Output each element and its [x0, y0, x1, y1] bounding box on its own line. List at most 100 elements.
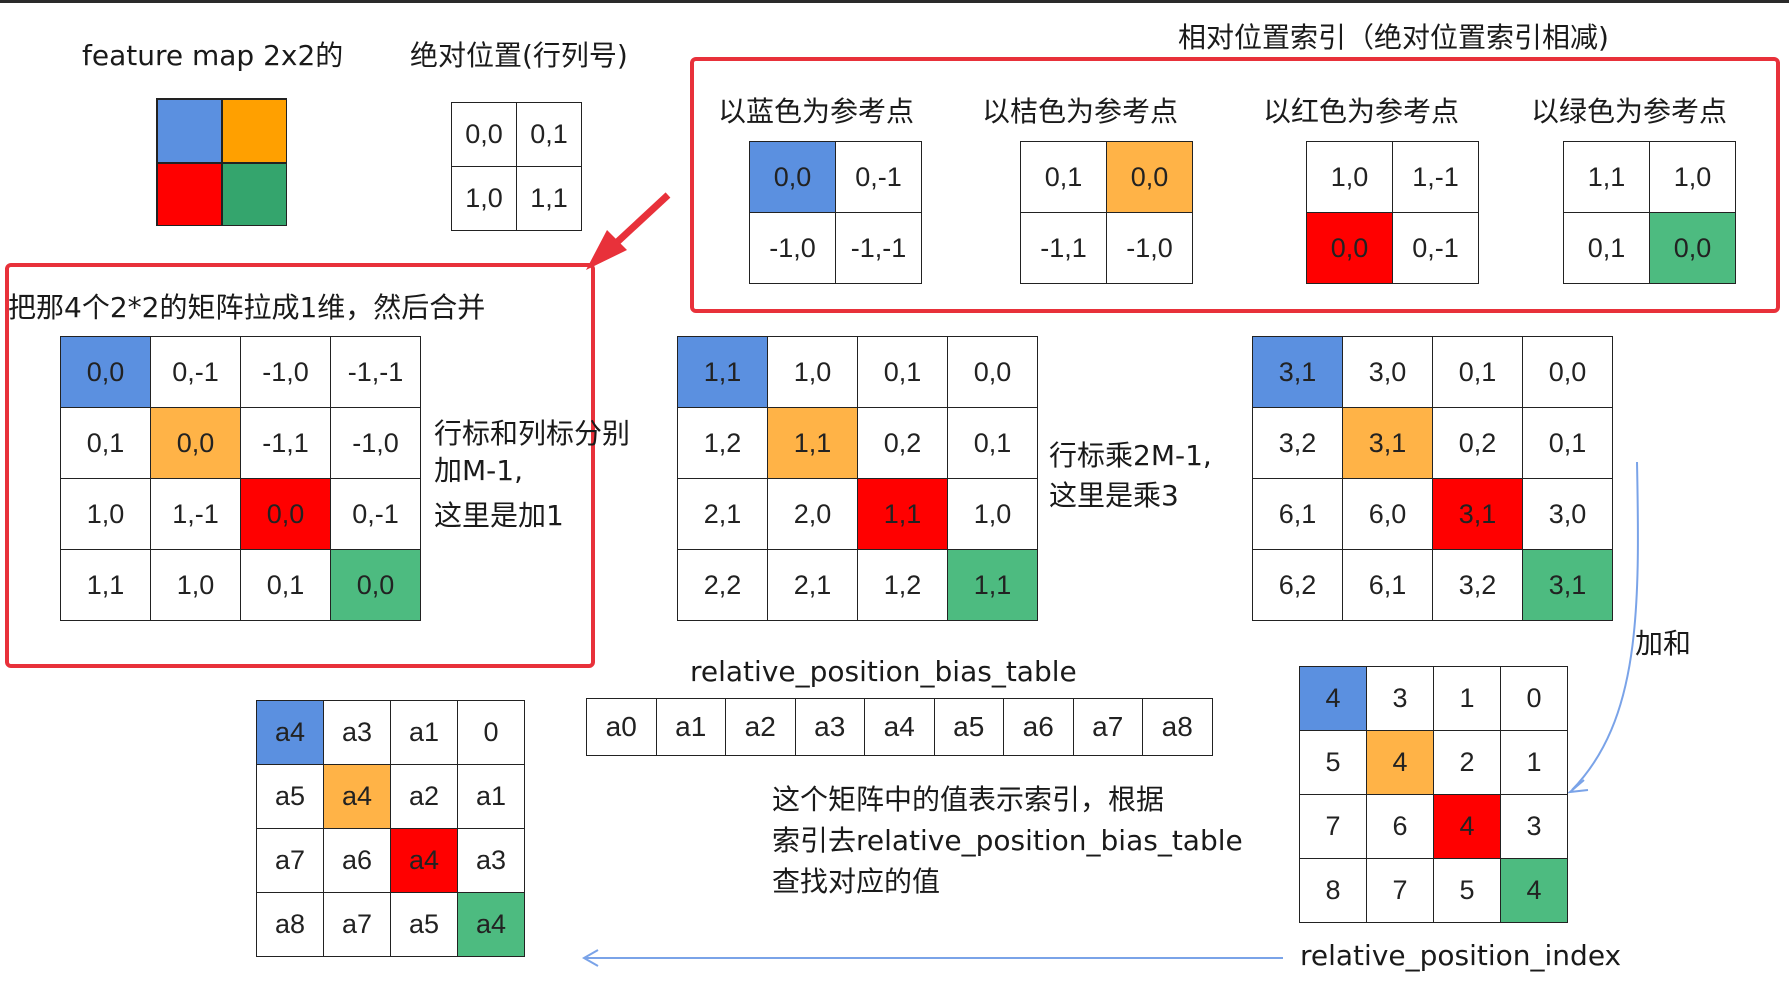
matrix-cell: 2,2: [678, 550, 768, 621]
bias-table-cell: a6: [1004, 699, 1074, 756]
fmap-blue: [157, 99, 222, 163]
matrix-cell: 1,1: [768, 408, 858, 479]
bias-table-title: relative_position_bias_table: [690, 655, 1077, 688]
rel-pos-index-label: relative_position_index: [1300, 939, 1622, 972]
matrix-cell: 1,0: [948, 479, 1038, 550]
matrix-cell: a4: [391, 829, 458, 893]
ref-grid-orange: 0,1 0,0 -1,1 -1,0: [1020, 141, 1193, 284]
matrix-cell: 0,1: [1433, 337, 1523, 408]
abs-cell: 0,0: [452, 103, 517, 167]
matrix-cell: 1: [1501, 731, 1568, 795]
matrix-cell: 0,0: [331, 550, 421, 621]
ref-green-label: 以绿色为参考点: [1531, 95, 1728, 128]
matrix-cell: 3,0: [1343, 337, 1433, 408]
ref-cell: 0,0: [1307, 213, 1393, 284]
index-matrix: 4 3 1 0 5 4 2 1 7 6 4 3 8 7 5 4: [1299, 666, 1568, 923]
matrix-cell: 3,1: [1253, 337, 1343, 408]
matrix-cell: 0,2: [858, 408, 948, 479]
matrix-cell: a7: [257, 829, 324, 893]
matrix-cell: 1: [1434, 667, 1501, 731]
matrix-cell: 1,0: [768, 337, 858, 408]
matrix-cell: 1,1: [678, 337, 768, 408]
ref-grid-red: 1,0 1,-1 0,0 0,-1: [1306, 141, 1479, 284]
matrix-cell: 7: [1367, 859, 1434, 923]
flatten-label: 把那4个2*2的矩阵拉成1维，然后合并: [8, 291, 486, 324]
mul-line2: 这里是乘3: [1049, 479, 1179, 512]
matrix-cell: 3,1: [1433, 479, 1523, 550]
bias-table-cell: a4: [865, 699, 935, 756]
matrix-cell: 2,1: [768, 550, 858, 621]
matrix-cell: 0,1: [61, 408, 151, 479]
matrix-cell: a1: [391, 701, 458, 765]
matrix-cell: a3: [324, 701, 391, 765]
bias-table-cell: a3: [795, 699, 865, 756]
rel-index-title: 相对位置索引（绝对位置索引相减): [1178, 21, 1609, 54]
bias-table-cell: a5: [934, 699, 1004, 756]
matrix-cell: a1: [458, 765, 525, 829]
matrix-cell: 0,0: [151, 408, 241, 479]
ref-cell: 0,1: [1564, 213, 1650, 284]
matrix-cell: 0,-1: [151, 337, 241, 408]
ref-cell: 1,0: [1307, 142, 1393, 213]
matrix-cell: 3,1: [1343, 408, 1433, 479]
ref-grid-green: 1,1 1,0 0,1 0,0: [1563, 141, 1736, 284]
matrix-cell: 4: [1501, 859, 1568, 923]
mul-line1: 行标乘2M-1,: [1049, 439, 1212, 472]
matrix-cell: -1,0: [331, 408, 421, 479]
red-arrow: [586, 192, 671, 270]
ref-blue-label: 以蓝色为参考点: [718, 95, 915, 128]
matrix-cell: 3,1: [1523, 550, 1613, 621]
matrix-cell: a7: [324, 893, 391, 957]
ref-cell: 0,0: [750, 142, 836, 213]
matrix-cell: 0,0: [241, 479, 331, 550]
matrix-cell: 6,2: [1253, 550, 1343, 621]
explain-line3: 查找对应的值: [772, 865, 941, 898]
ref-cell: 0,1: [1021, 142, 1107, 213]
matrix-cell: 0,-1: [331, 479, 421, 550]
abs-pos-grid: 0,0 0,1 1,0 1,1: [451, 102, 582, 231]
abs-cell: 1,0: [452, 167, 517, 231]
matrix-cell: 0,0: [948, 337, 1038, 408]
add-m1-line1: 行标和列标分别: [434, 417, 631, 450]
feature-map-grid: [156, 98, 287, 226]
matrix-cell: 3,2: [1433, 550, 1523, 621]
matrix-cell: 6,1: [1253, 479, 1343, 550]
matrix-cell: 0,0: [1523, 337, 1613, 408]
matrix-cell: 3,0: [1523, 479, 1613, 550]
matrix-cell: 0,0: [61, 337, 151, 408]
matrix-cell: 6: [1367, 795, 1434, 859]
abs-pos-label: 绝对位置(行列号): [410, 39, 628, 72]
matrix-cell: -1,0: [241, 337, 331, 408]
matrix-cell: 0: [458, 701, 525, 765]
sum-label: 加和: [1635, 627, 1692, 660]
matrix-cell: 0,1: [948, 408, 1038, 479]
matrix-cell: 0,1: [1523, 408, 1613, 479]
bias-table-cell: a1: [656, 699, 726, 756]
ref-grid-blue: 0,0 0,-1 -1,0 -1,-1: [749, 141, 922, 284]
ref-orange-label: 以桔色为参考点: [982, 95, 1179, 128]
matrix-cell: 3: [1367, 667, 1434, 731]
matrix-cell: 0: [1501, 667, 1568, 731]
matrix-cell: 7: [1300, 795, 1367, 859]
abs-cell: 0,1: [517, 103, 582, 167]
matrix-cell: 0,1: [241, 550, 331, 621]
abs-cell: 1,1: [517, 167, 582, 231]
bias-table-cell: a8: [1143, 699, 1213, 756]
ref-cell: 0,-1: [836, 142, 922, 213]
ref-red-label: 以红色为参考点: [1263, 95, 1460, 128]
matrix-cell: 2,1: [678, 479, 768, 550]
plus-matrix: 1,1 1,0 0,1 0,0 1,2 1,1 0,2 0,1 2,1 2,0 …: [677, 336, 1038, 621]
matrix-cell: 1,2: [678, 408, 768, 479]
matrix-cell: 1,-1: [151, 479, 241, 550]
matrix-cell: 2: [1434, 731, 1501, 795]
bias-table-cell: a7: [1073, 699, 1143, 756]
matrix-cell: 8: [1300, 859, 1367, 923]
explain-line1: 这个矩阵中的值表示索引，根据: [772, 783, 1165, 816]
mul-matrix: 3,1 3,0 0,1 0,0 3,2 3,1 0,2 0,1 6,1 6,0 …: [1252, 336, 1613, 621]
matrix-cell: 4: [1367, 731, 1434, 795]
matrix-cell: a3: [458, 829, 525, 893]
matrix-cell: 1,1: [948, 550, 1038, 621]
matrix-cell: -1,-1: [331, 337, 421, 408]
fmap-orange: [222, 99, 287, 163]
ref-cell: 1,1: [1564, 142, 1650, 213]
